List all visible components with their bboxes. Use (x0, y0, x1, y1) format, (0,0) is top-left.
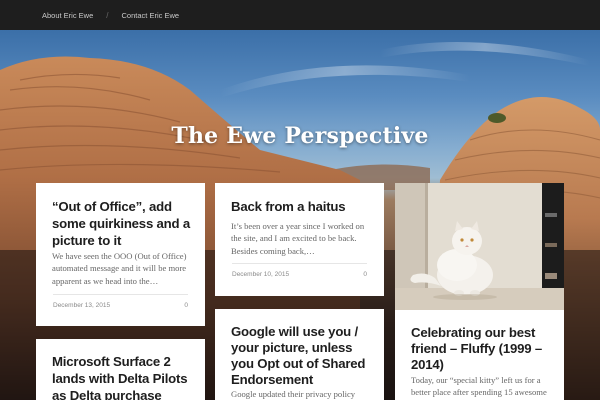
post-meta: December 10, 2015 0 (232, 263, 367, 278)
comment-count[interactable]: 0 (363, 271, 367, 278)
post-excerpt: Google updated their privacy policy (231, 389, 356, 399)
post-title[interactable]: Celebrating our best friend – Fluffy (19… (411, 325, 553, 373)
post-card[interactable]: Google will use you / your picture, unle… (215, 309, 384, 400)
post-date[interactable]: December 10, 2015 (232, 271, 289, 278)
nav-link-about[interactable]: About Eric Ewe (42, 11, 93, 20)
nav-link-contact[interactable]: Contact Eric Ewe (122, 11, 180, 20)
post-title[interactable]: Google will use you / your picture, unle… (231, 324, 373, 388)
post-meta: December 13, 2015 0 (53, 294, 188, 309)
post-excerpt: Today, our “special kitty” left us for a… (411, 375, 547, 398)
post-excerpt: We have seen the OOO (Out of Office) aut… (52, 251, 187, 286)
post-title[interactable]: “Out of Office”, add some quirkiness and… (52, 198, 194, 249)
post-title[interactable]: Microsoft Surface 2 lands with Delta Pil… (52, 353, 194, 400)
comment-count[interactable]: 0 (184, 302, 188, 309)
top-nav: About Eric Ewe / Contact Eric Ewe (0, 0, 600, 30)
post-card-image[interactable] (395, 183, 564, 310)
post-date[interactable]: December 13, 2015 (53, 302, 110, 309)
post-card[interactable]: Microsoft Surface 2 lands with Delta Pil… (36, 339, 205, 400)
post-excerpt: It’s been over a year since I worked on … (231, 221, 365, 256)
site-title[interactable]: The Ewe Perspective (0, 123, 600, 149)
post-card[interactable]: Back from a haitus It’s been over a year… (215, 183, 384, 296)
post-card[interactable]: Celebrating our best friend – Fluffy (19… (395, 310, 564, 400)
cat-photo[interactable] (395, 183, 564, 310)
post-card[interactable]: “Out of Office”, add some quirkiness and… (36, 183, 205, 326)
nav-separator: / (106, 10, 109, 20)
post-title[interactable]: Back from a haitus (231, 198, 373, 215)
